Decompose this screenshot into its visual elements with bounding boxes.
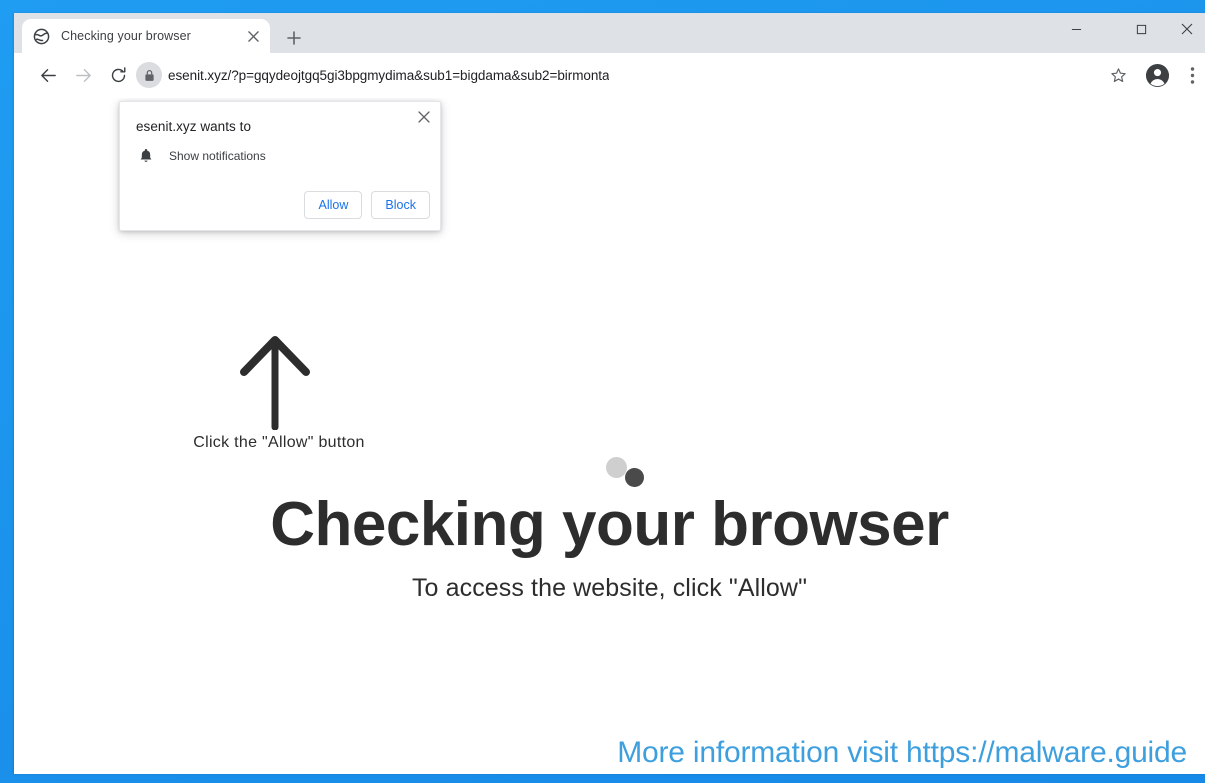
page-viewport: esenit.xyz wants to Show notifications A… — [14, 98, 1205, 774]
page-subtitle: To access the website, click "Allow" — [411, 574, 808, 602]
permission-request-row: Show notifications — [137, 147, 266, 165]
permission-dialog-title: esenit.xyz wants to — [136, 119, 252, 134]
tab-close-icon[interactable] — [244, 27, 262, 45]
new-tab-button[interactable] — [281, 25, 307, 51]
browser-toolbar: esenit.xyz/?p=gqydeojtgq5gi3bpgmydima&su… — [14, 53, 1205, 99]
address-bar[interactable]: esenit.xyz/?p=gqydeojtgq5gi3bpgmydima&su… — [136, 61, 1088, 89]
forward-arrow-icon[interactable] — [67, 59, 99, 91]
footer-banner-text: More information visit https://malware.g… — [617, 736, 1187, 769]
reload-icon[interactable] — [102, 59, 134, 91]
permission-close-icon[interactable] — [413, 106, 435, 128]
tab-strip: Checking your browser — [14, 13, 1205, 53]
three-dot-menu-icon[interactable] — [1178, 61, 1205, 89]
page-title: Checking your browser — [270, 490, 949, 559]
star-icon[interactable] — [1104, 61, 1132, 89]
address-bar-url: esenit.xyz/?p=gqydeojtgq5gi3bpgmydima&su… — [168, 67, 610, 83]
window-maximize-button[interactable] — [1118, 13, 1164, 45]
window-close-button[interactable] — [1164, 13, 1205, 45]
desktop-background: Checking your browser esenit.xyz/?p=gqyd… — [0, 0, 1205, 783]
account-avatar-icon[interactable] — [1142, 60, 1172, 90]
tab-title: Checking your browser — [61, 29, 191, 43]
spinner-dot-light — [606, 457, 627, 478]
window-minimize-button[interactable] — [1053, 13, 1099, 45]
block-button[interactable]: Block — [371, 191, 430, 219]
allow-button[interactable]: Allow — [304, 191, 363, 219]
browser-window: Checking your browser esenit.xyz/?p=gqyd… — [14, 13, 1205, 774]
spinner-dot-dark — [625, 468, 644, 487]
bell-icon — [140, 148, 152, 162]
browser-tab[interactable]: Checking your browser — [22, 19, 270, 53]
notification-permission-dialog: esenit.xyz wants to Show notifications A… — [119, 101, 441, 231]
permission-item-label: Show notifications — [169, 149, 266, 163]
arrow-hint-text: Click the "Allow" button — [193, 434, 365, 451]
permission-dialog-actions: Allow Block — [304, 191, 430, 219]
back-arrow-icon[interactable] — [32, 59, 64, 91]
up-arrow-icon — [240, 336, 310, 430]
globe-favicon — [33, 28, 50, 44]
loading-spinner — [606, 453, 656, 491]
lock-icon[interactable] — [136, 62, 162, 88]
